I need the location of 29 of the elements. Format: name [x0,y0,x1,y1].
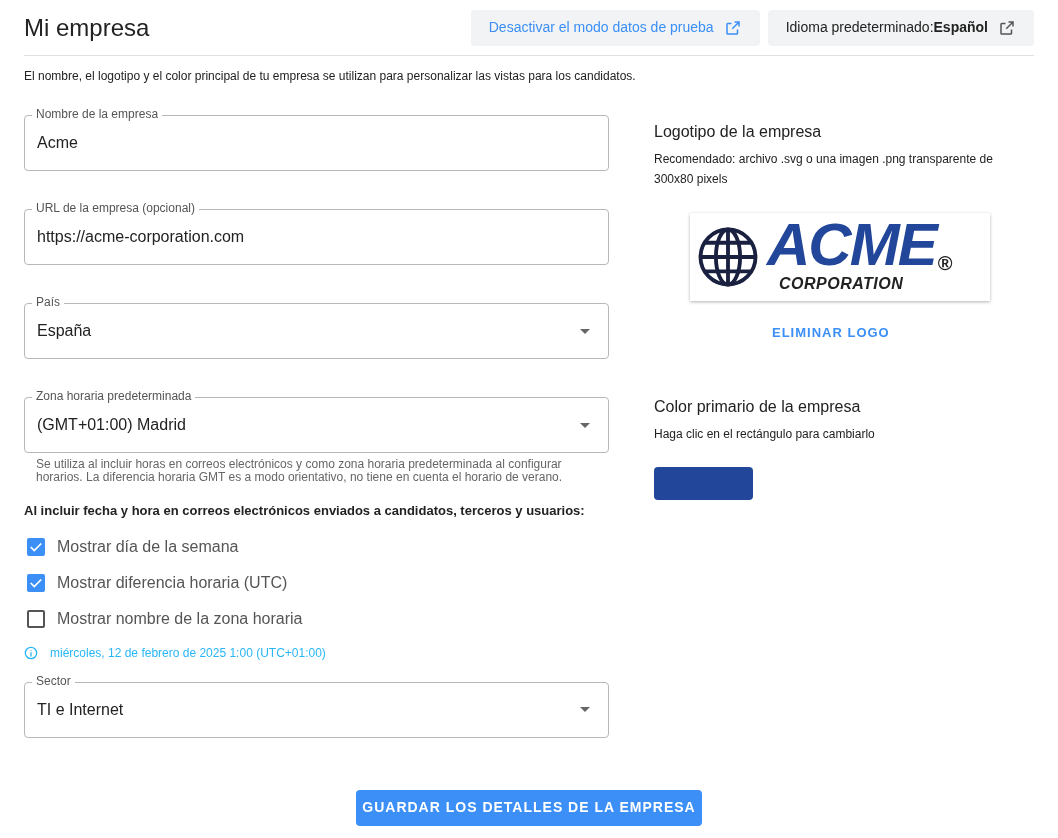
checkbox-label: Mostrar día de la semana [57,536,239,557]
field-label: Sector [32,673,75,688]
field-label: URL de la empresa (opcional) [32,201,199,215]
dropdown-caret-icon [580,328,590,334]
color-hint: Haga clic en el rectángulo para cambiarlo [654,425,876,443]
helper-text: Se utiliza al incluir horas en correos electrónicos y como zona horaria predeterminada al configurar horarios. La diferencia horaria GMT es a modo orientativo, no tiene en cuenta el horario de verano. [35,458,564,484]
page-title: Mi empresa [24,12,151,43]
checkbox-label: Mostrar nombre de la zona horaria [57,608,303,629]
external-link-icon [723,18,742,37]
checkbox[interactable] [27,609,45,628]
logo-title: Logotipo de la empresa [654,122,823,142]
checkbox[interactable] [27,537,45,556]
color-title: Color primario de la empresa [654,396,862,417]
section-heading: Al incluir fecha y hora en correos electrónicos enviados a candidatos, terceros y usuarios: [24,502,586,520]
info-icon [24,645,38,660]
field-label: Nombre de la empresa [32,107,163,121]
dropdown-caret-icon [580,422,590,428]
field-label: Zona horaria predeterminada [32,389,196,403]
field-label: País [32,295,64,309]
logo-hint: Recomendado: archivo .svg o una imagen .png transparente de 300x80 pixels [654,151,994,188]
external-link-icon [998,18,1016,37]
checkbox-label: Mostrar diferencia horaria (UTC) [57,572,288,593]
language-button[interactable]: Idioma predeterminado:Español [767,9,1034,46]
color-swatch[interactable] [654,466,753,500]
checkbox[interactable] [27,573,45,592]
logo-drawing: ACME® CORPORATION [690,213,990,301]
date-preview: miércoles, 12 de febrero de 2025 1:00 (UTC+01:00) [50,644,326,662]
dropdown-caret-icon [580,707,590,712]
intro-text: El nombre, el logotipo y el color principal de tu empresa se utilizan para personalizar las vistas para los candidatos. [24,68,637,85]
